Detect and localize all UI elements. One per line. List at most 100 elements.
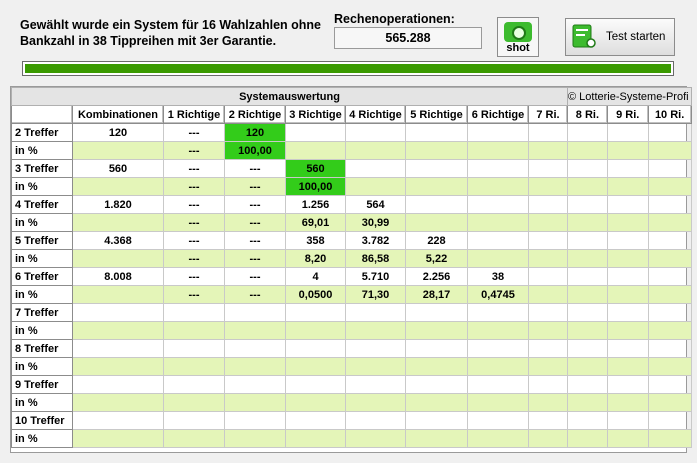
table-cell: 0,4745 — [467, 285, 529, 304]
table-cell — [528, 141, 568, 160]
row-label: 6 Treffer — [11, 267, 73, 286]
table-cell: 4.368 — [72, 231, 164, 250]
stethoscope-icon — [572, 24, 596, 48]
table-cell — [72, 285, 164, 304]
column-header: 9 Ri. — [606, 105, 649, 124]
table-cell — [567, 123, 608, 142]
table-cell: --- — [163, 213, 225, 232]
table-cell — [647, 429, 692, 448]
table-cell — [72, 321, 164, 340]
table-cell — [528, 285, 568, 304]
table-cell: 71,30 — [345, 285, 406, 304]
table-cell: --- — [163, 231, 225, 250]
row-label: in % — [11, 357, 73, 376]
progress-bar — [22, 61, 674, 76]
table-cell — [405, 123, 468, 142]
table-cell — [163, 357, 225, 376]
table-cell — [647, 159, 692, 178]
table-cell — [606, 339, 649, 358]
row-label: 5 Treffer — [11, 231, 73, 250]
table-cell: 100,00 — [224, 141, 286, 160]
table-cell — [224, 339, 286, 358]
table-cell — [405, 375, 468, 394]
table-cell — [224, 411, 286, 430]
table-cell — [345, 177, 406, 196]
table-cell — [163, 339, 225, 358]
table-cell — [467, 393, 529, 412]
table-cell — [606, 159, 649, 178]
table-cell — [567, 159, 608, 178]
table-cell — [567, 195, 608, 214]
table-cell: --- — [163, 159, 225, 178]
table-cell — [72, 411, 164, 430]
table-cell: --- — [224, 159, 286, 178]
table-row: in % --- --- 0,0500 71,30 28,17 0,4745 — [11, 285, 692, 304]
table-cell — [285, 123, 346, 142]
table-cell — [405, 357, 468, 376]
table-cell — [606, 249, 649, 268]
table-cell — [467, 213, 529, 232]
table-cell — [528, 339, 568, 358]
table-row: in % --- --- 100,00 — [11, 177, 692, 196]
table-cell — [567, 393, 608, 412]
table-cell — [163, 411, 225, 430]
table-cell — [606, 357, 649, 376]
column-header: 2 Richtige — [224, 105, 286, 124]
table-cell — [285, 411, 346, 430]
table-cell: 86,58 — [345, 249, 406, 268]
start-test-button[interactable]: Test starten — [565, 18, 675, 56]
table-cell: 1.256 — [285, 195, 346, 214]
table-cell — [72, 249, 164, 268]
table-cell — [528, 375, 568, 394]
table-cell — [567, 141, 608, 160]
table-cell — [285, 375, 346, 394]
table-cell: 5.710 — [345, 267, 406, 286]
table-cell — [405, 177, 468, 196]
table-cell — [606, 213, 649, 232]
table-cell: --- — [224, 213, 286, 232]
table-cell — [72, 357, 164, 376]
table-cell — [567, 231, 608, 250]
operations-count: 565.288 — [334, 27, 482, 49]
table-cell — [647, 375, 692, 394]
table-cell — [345, 339, 406, 358]
table-cell — [224, 303, 286, 322]
screenshot-button[interactable]: shot — [497, 17, 539, 57]
table-cell — [405, 159, 468, 178]
row-label: 2 Treffer — [11, 123, 73, 142]
table-cell — [467, 339, 529, 358]
table-cell — [567, 303, 608, 322]
column-header: 6 Richtige — [467, 105, 529, 124]
column-header: 1 Richtige — [163, 105, 225, 124]
table-cell — [467, 195, 529, 214]
table-cell — [345, 123, 406, 142]
table-cell — [647, 195, 692, 214]
table-cell — [567, 375, 608, 394]
table-cell — [467, 249, 529, 268]
table-cell — [72, 141, 164, 160]
table-row: 10 Treffer — [11, 411, 692, 430]
table-cell — [345, 303, 406, 322]
table-cell — [163, 321, 225, 340]
table-cell — [647, 357, 692, 376]
operations-label: Rechenoperationen: — [334, 12, 455, 26]
table-cell — [72, 393, 164, 412]
table-cell — [72, 213, 164, 232]
table-cell — [405, 303, 468, 322]
table-cell — [528, 393, 568, 412]
table-row: in % — [11, 357, 692, 376]
table-cell — [528, 357, 568, 376]
table-cell — [567, 321, 608, 340]
table-cell — [567, 177, 608, 196]
table-cell: 8.008 — [72, 267, 164, 286]
table-cell — [528, 303, 568, 322]
table-cell — [606, 177, 649, 196]
row-label: in % — [11, 285, 73, 304]
row-label: 8 Treffer — [11, 339, 73, 358]
column-header: 5 Richtige — [405, 105, 468, 124]
table-cell: 0,0500 — [285, 285, 346, 304]
table-row: 3 Treffer 560 --- --- 560 — [11, 159, 692, 178]
screenshot-button-label: shot — [506, 42, 530, 54]
table-cell — [405, 213, 468, 232]
column-header: 7 Ri. — [528, 105, 568, 124]
